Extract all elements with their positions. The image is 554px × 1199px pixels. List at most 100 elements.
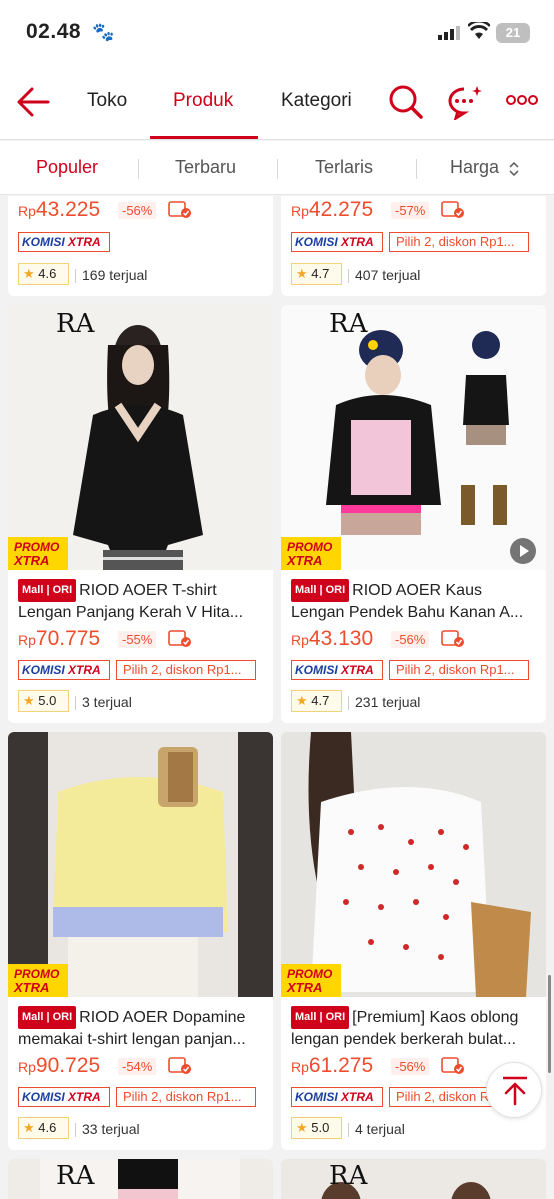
product-image: PROMO XTRA bbox=[8, 732, 273, 997]
brand-logo: RA bbox=[56, 1161, 95, 1191]
product-photo bbox=[281, 1159, 546, 1199]
sort-bar: Populer Terbaru Terlaris Harga bbox=[0, 141, 554, 195]
discount-badge: -56% bbox=[118, 202, 157, 219]
bundle-deal-badge: Pilih 2, diskon Rp1... bbox=[116, 660, 256, 680]
star-icon: ★ bbox=[296, 1120, 308, 1135]
product-photo bbox=[8, 305, 273, 570]
product-image: RA bbox=[8, 1159, 273, 1199]
more-options-icon[interactable] bbox=[506, 94, 538, 106]
komisi-xtra-badge: KOMISI XTRA bbox=[18, 1087, 110, 1107]
product-price: Rp61.275 bbox=[291, 1054, 374, 1077]
rating-badge: ★ 5.0 bbox=[18, 690, 69, 712]
sold-count: 231 terjual bbox=[347, 694, 421, 710]
product-card[interactable]: PROMO XTRA Mall | ORI RIOD AOER Dopamine m… bbox=[8, 732, 273, 1150]
product-image: RA PROMO XTRA bbox=[281, 305, 546, 570]
product-image: RA bbox=[281, 1159, 546, 1199]
divider bbox=[277, 159, 278, 179]
sold-count: 4 terjual bbox=[348, 1121, 405, 1137]
product-price: Rp42.275 bbox=[291, 198, 374, 221]
star-icon: ★ bbox=[23, 693, 35, 708]
star-icon: ★ bbox=[296, 693, 308, 708]
rating-badge: ★ 4.6 bbox=[18, 263, 69, 285]
rating-badge: ★ 5.0 bbox=[291, 1117, 342, 1139]
scrollbar[interactable] bbox=[548, 975, 551, 1073]
star-icon: ★ bbox=[23, 1120, 35, 1135]
rating-badge: ★ 4.7 bbox=[291, 690, 342, 712]
paw-icon: 🐾 bbox=[92, 22, 115, 42]
mall-ori-badge: Mall | ORI bbox=[291, 579, 350, 602]
arrow-up-icon bbox=[503, 1076, 527, 1106]
sold-count: 169 terjual bbox=[74, 267, 148, 283]
tab-toko[interactable]: Toko bbox=[87, 90, 127, 112]
star-icon: ★ bbox=[23, 266, 35, 281]
voucher-icon bbox=[168, 201, 191, 218]
product-photo bbox=[8, 1159, 273, 1199]
tab-produk[interactable]: Produk bbox=[173, 90, 233, 112]
promo-xtra-badge: PROMO XTRA bbox=[8, 537, 68, 570]
brand-logo: RA bbox=[329, 1161, 368, 1191]
rating-badge: ★ 4.6 bbox=[18, 1117, 69, 1139]
bundle-deal-badge: Pilih 2, diskon Rp1... bbox=[116, 1087, 256, 1107]
product-grid: Rp43.225 -56% KOMISI XTRA ★ 4.6 169 terj… bbox=[0, 196, 554, 1199]
battery-indicator: 21 bbox=[496, 23, 530, 43]
discount-badge: -56% bbox=[391, 631, 430, 648]
wifi-icon bbox=[468, 22, 490, 39]
product-photo bbox=[281, 732, 546, 997]
brand-logo: RA bbox=[56, 309, 95, 339]
shop-top-nav: Toko Produk Kategori bbox=[0, 66, 554, 140]
tab-kategori[interactable]: Kategori bbox=[281, 90, 352, 112]
status-time: 02.48 bbox=[26, 20, 82, 43]
back-arrow-icon[interactable] bbox=[16, 86, 50, 118]
sort-populer[interactable]: Populer bbox=[36, 157, 98, 178]
brand-logo: RA bbox=[329, 309, 368, 339]
product-photo bbox=[8, 732, 273, 997]
product-card[interactable]: RA PROMO XTRA Mall | ORI RIOD AOER Kaus Le… bbox=[281, 305, 546, 723]
voucher-icon bbox=[441, 630, 464, 647]
star-icon: ★ bbox=[296, 266, 308, 281]
komisi-xtra-badge: KOMISI XTRA bbox=[291, 232, 383, 252]
mall-ori-badge: Mall | ORI bbox=[18, 1006, 77, 1029]
product-title: Mall | ORI RIOD AOER Dopamine memakai t-s… bbox=[18, 1006, 266, 1048]
scroll-to-top-button[interactable] bbox=[486, 1062, 542, 1118]
product-card[interactable]: RA PROMO XTRA Mall | ORI RIOD AOER T-shirt… bbox=[8, 305, 273, 723]
divider bbox=[416, 159, 417, 179]
discount-badge: -56% bbox=[391, 1058, 430, 1075]
search-icon[interactable] bbox=[388, 84, 424, 120]
promo-xtra-badge: PROMO XTRA bbox=[281, 537, 341, 570]
discount-badge: -57% bbox=[391, 202, 430, 219]
product-title: Mall | ORI [Premium] Kaos oblong lengan p… bbox=[291, 1006, 539, 1048]
sort-terlaris[interactable]: Terlaris bbox=[315, 157, 373, 178]
rating-badge: ★ 4.7 bbox=[291, 263, 342, 285]
status-bar: 02.48 🐾 21 bbox=[0, 0, 554, 66]
product-card[interactable]: RA bbox=[8, 1159, 273, 1199]
promo-xtra-badge: PROMO XTRA bbox=[8, 964, 68, 997]
sort-arrows-icon bbox=[509, 161, 519, 177]
product-photo bbox=[281, 305, 546, 570]
product-image: PROMO XTRA bbox=[281, 732, 546, 997]
product-title: Mall | ORI RIOD AOER Kaus Lengan Pendek B… bbox=[291, 579, 539, 621]
sold-count: 407 terjual bbox=[347, 267, 421, 283]
sold-count: 33 terjual bbox=[75, 1121, 140, 1137]
product-card[interactable]: RA bbox=[281, 1159, 546, 1199]
bundle-deal-badge: Pilih 2, diskon Rp1... bbox=[389, 232, 529, 252]
promo-xtra-badge: PROMO XTRA bbox=[281, 964, 341, 997]
product-card[interactable]: Rp43.225 -56% KOMISI XTRA ★ 4.6 169 terj… bbox=[8, 196, 273, 296]
voucher-icon bbox=[168, 630, 191, 647]
product-price: Rp43.130 bbox=[291, 627, 374, 650]
mall-ori-badge: Mall | ORI bbox=[291, 1006, 350, 1029]
komisi-xtra-badge: KOMISI XTRA bbox=[291, 660, 383, 680]
sort-harga[interactable]: Harga bbox=[450, 157, 499, 178]
voucher-icon bbox=[441, 201, 464, 218]
discount-badge: -54% bbox=[118, 1058, 157, 1075]
sort-terbaru[interactable]: Terbaru bbox=[175, 157, 236, 178]
product-price: Rp70.775 bbox=[18, 627, 101, 650]
product-card[interactable]: Rp42.275 -57% KOMISI XTRA Pilih 2, disko… bbox=[281, 196, 546, 296]
komisi-xtra-badge: KOMISI XTRA bbox=[18, 660, 110, 680]
chat-icon[interactable] bbox=[446, 84, 484, 120]
play-video-icon[interactable] bbox=[510, 538, 536, 564]
product-price: Rp43.225 bbox=[18, 198, 101, 221]
product-image: RA PROMO XTRA bbox=[8, 305, 273, 570]
active-tab-underline bbox=[150, 136, 258, 139]
komisi-xtra-badge: KOMISI XTRA bbox=[291, 1087, 383, 1107]
signal-icon bbox=[438, 26, 460, 40]
